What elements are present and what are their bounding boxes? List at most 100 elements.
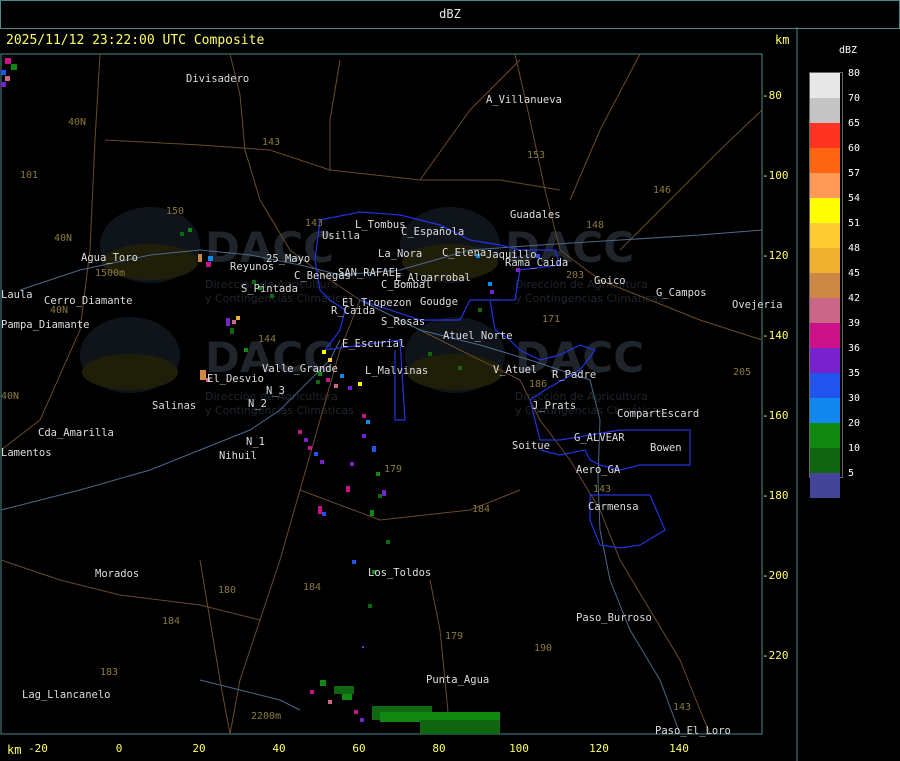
- y-tick-label: -80: [762, 89, 782, 102]
- x-tick-label: 40: [272, 742, 285, 755]
- legend-label: 80: [848, 68, 861, 79]
- legend-swatch: [810, 373, 840, 398]
- place-label: C_Española: [401, 226, 464, 238]
- place-label: G_Campos: [656, 287, 707, 299]
- place-label: Carmensa: [588, 501, 639, 513]
- place-label: Aero_GA: [576, 464, 621, 476]
- legend-swatch: [810, 398, 840, 423]
- place-label: N_2: [248, 398, 267, 410]
- place-label: Lamentos: [1, 447, 52, 459]
- legend-label: 70: [848, 93, 861, 104]
- place-label: L_Tombus: [355, 219, 406, 231]
- route-label: 143: [673, 702, 691, 713]
- legend-label: 45: [848, 268, 861, 279]
- legend-label: 20: [848, 418, 861, 429]
- route-label: 186: [529, 379, 547, 390]
- km-unit-label: km: [775, 33, 790, 47]
- legend-swatch: [810, 273, 840, 298]
- km-unit-label: km: [7, 743, 22, 757]
- legend-swatch: [810, 248, 840, 273]
- place-label: 25_Mayo: [266, 253, 310, 265]
- place-label: Divisadero: [186, 73, 249, 85]
- route-label: 153: [527, 150, 545, 161]
- route-label: 148: [586, 220, 604, 231]
- x-tick-label: 80: [432, 742, 445, 755]
- legend-label: 54: [848, 193, 861, 204]
- route-label: 40N: [54, 233, 72, 244]
- timestamp-label: 2025/11/12 23:22:00 UTC Composite: [6, 33, 265, 48]
- elevation-label: 1500m: [95, 268, 125, 279]
- legend-swatch: [810, 348, 840, 373]
- place-label: Guadales: [510, 209, 561, 221]
- route-label: 40N: [68, 117, 86, 128]
- legend-label: 35: [848, 368, 861, 379]
- legend-label: 42: [848, 293, 861, 304]
- route-label: 143: [305, 218, 323, 229]
- place-label: CompartEscard: [617, 408, 699, 420]
- route-label: 180: [218, 585, 236, 596]
- x-tick-label: 0: [116, 742, 123, 755]
- legend-swatch: [810, 73, 840, 98]
- place-label: S_Pintada: [241, 283, 298, 295]
- route-label: 40N: [1, 391, 19, 402]
- x-tick-label: 140: [669, 742, 689, 755]
- place-label: El_Desvio: [207, 373, 264, 385]
- place-label: Los_Toldos: [368, 567, 431, 579]
- place-label: N_1: [246, 436, 265, 448]
- y-tick-label: -180: [762, 489, 789, 502]
- place-labels: Divisadero A_Villanueva Guadales L_Tombu…: [1, 73, 783, 737]
- place-label: Cda_Amarilla: [38, 427, 114, 439]
- route-label: 101: [20, 170, 38, 181]
- place-label: SAN_RAFAEL: [338, 267, 401, 279]
- place-label: J_Prats: [532, 400, 576, 412]
- route-label: 171: [542, 314, 560, 325]
- route-label: 190: [534, 643, 552, 654]
- legend-label: 57: [848, 168, 861, 179]
- place-label: G_ALVEAR: [574, 432, 625, 444]
- x-tick-label: 20: [192, 742, 205, 755]
- place-label: Soitue: [512, 440, 550, 452]
- route-label: 205: [733, 367, 751, 378]
- place-label: Agua_Toro: [81, 252, 138, 264]
- place-label: Rama_Caida: [505, 257, 568, 269]
- y-tick-label: -220: [762, 649, 789, 662]
- x-tick-label: -20: [28, 742, 48, 755]
- radar-display: dBZ DACC Dirección de Agricultura y Cont…: [0, 0, 900, 761]
- legend-swatch: [810, 98, 840, 123]
- place-label: C_Elena: [442, 247, 486, 259]
- legend-title: dBZ: [839, 45, 858, 56]
- place-label: E_Escurial: [342, 338, 405, 350]
- y-tick-label: -200: [762, 569, 789, 582]
- place-label: Pampa_Diamante: [1, 319, 90, 331]
- place-label: Bowen: [650, 442, 682, 454]
- route-label: 143: [593, 484, 611, 495]
- place-label: Atuel_Norte: [443, 330, 513, 342]
- y-tick-label: -140: [762, 329, 789, 342]
- legend-label: 5: [848, 468, 855, 479]
- x-tick-label: 120: [589, 742, 609, 755]
- y-axis-ticks: -80 -100 -120 -140 -160 -180 -200 -220: [762, 89, 789, 662]
- legend-label: 30: [848, 393, 861, 404]
- place-label: A_Villanueva: [486, 94, 562, 106]
- route-label: 144: [258, 334, 276, 345]
- route-label: 184: [162, 616, 180, 627]
- place-label: Goudge: [420, 296, 458, 308]
- place-label: Goico: [594, 275, 626, 287]
- y-tick-label: -120: [762, 249, 789, 262]
- legend-swatch: [810, 423, 840, 448]
- place-label: Laula: [1, 289, 33, 301]
- legend-label: 60: [848, 143, 861, 154]
- place-label: R_Padre: [552, 369, 596, 381]
- place-label: Paso_Burroso: [576, 612, 652, 624]
- place-label: L_Malvinas: [365, 365, 428, 377]
- route-label: 146: [653, 185, 671, 196]
- place-label: Salinas: [152, 400, 196, 412]
- legend-label: 39: [848, 318, 861, 329]
- route-label: 143: [262, 137, 280, 148]
- y-tick-label: -100: [762, 169, 789, 182]
- y-tick-label: -160: [762, 409, 789, 422]
- legend-swatch: [810, 198, 840, 223]
- route-label: 150: [166, 206, 184, 217]
- legend-swatch: [810, 323, 840, 348]
- place-label: Punta_Agua: [426, 674, 489, 686]
